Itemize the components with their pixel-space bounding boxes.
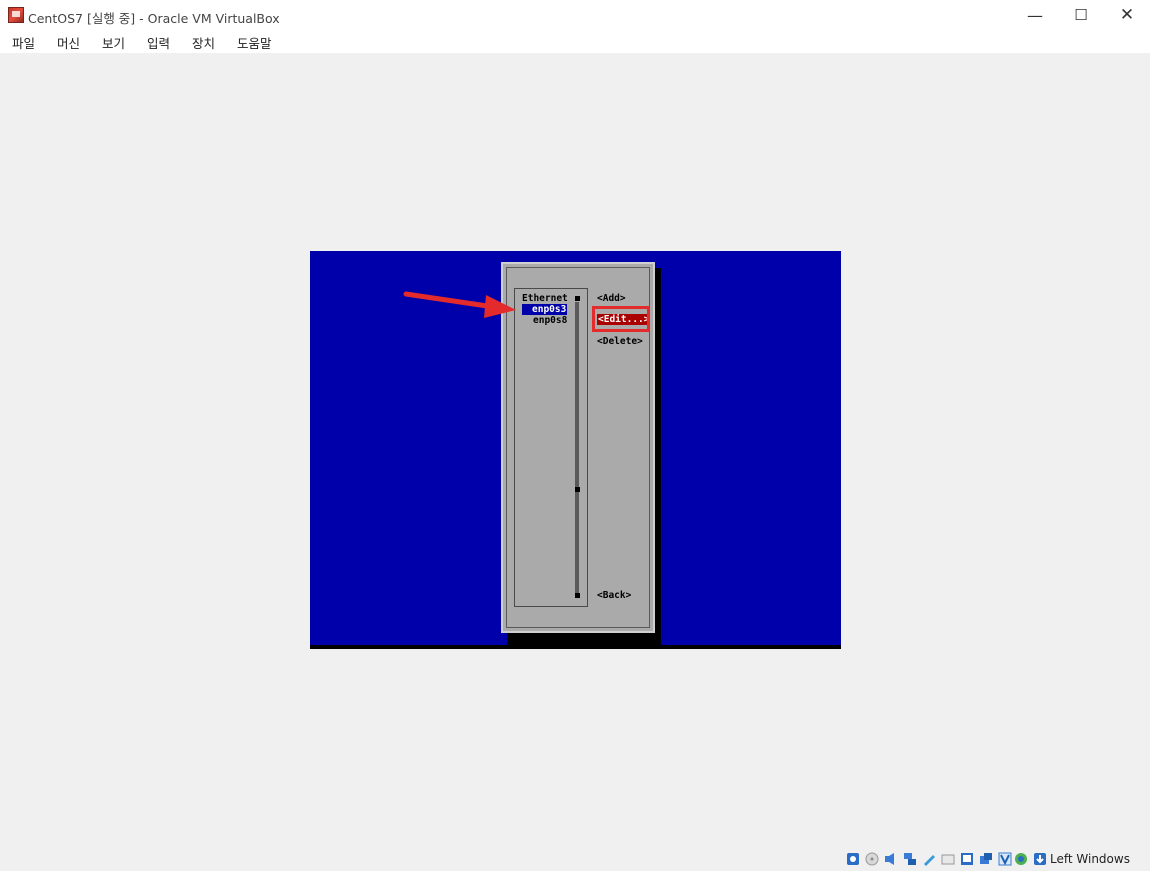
menu-view[interactable]: 보기 [102,33,125,52]
recording-icon[interactable] [998,852,1012,866]
audio-icon[interactable] [884,852,898,866]
shared-folders-icon[interactable] [941,852,955,866]
display-icon[interactable] [960,852,974,866]
menu-input[interactable]: 입력 [147,33,170,52]
menu-devices[interactable]: 장치 [192,33,215,52]
harddisk-icon[interactable] [846,852,860,866]
virtualbox-app-icon [8,7,24,23]
host-key-indicator[interactable]: Left Windows [1050,852,1130,866]
window-title: CentOS7 [실행 중] - Oracle VM VirtualBox [28,11,280,26]
video-capture-icon[interactable] [979,852,993,866]
connection-item-enp0s8[interactable]: enp0s8 [533,315,567,326]
list-group-header: Ethernet [522,293,568,304]
connection-item-enp0s3[interactable]: enp0s3 [522,304,568,315]
minimize-button[interactable]: — [1012,0,1058,31]
menu-help[interactable]: 도움말 [237,33,272,52]
mouse-integration-icon[interactable] [1033,852,1047,866]
edit-button-highlight [592,306,650,332]
annotation-arrow-icon [403,291,516,318]
add-button[interactable]: <Add> [597,293,626,304]
title-bar: CentOS7 [실행 중] - Oracle VM VirtualBox — … [0,0,1150,31]
cpu-icon[interactable] [1014,852,1028,866]
maximize-button[interactable]: ☐ [1058,0,1104,31]
close-button[interactable]: ✕ [1104,0,1150,31]
optical-drive-icon[interactable] [865,852,879,866]
status-bar [0,848,1150,871]
delete-button[interactable]: <Delete> [597,336,643,347]
menu-bar: 파일 머신 보기 입력 장치 도움말 [0,31,1150,53]
scrollbar-bottom-marker [575,593,580,598]
menu-machine[interactable]: 머신 [57,33,80,52]
scrollbar-top-marker [575,296,580,301]
list-scrollbar[interactable] [575,302,579,596]
menu-file[interactable]: 파일 [12,33,35,52]
back-button[interactable]: <Back> [597,590,631,601]
usb-icon[interactable] [922,852,936,866]
network-icon[interactable] [903,852,917,866]
scrollbar-thumb[interactable] [575,487,580,492]
